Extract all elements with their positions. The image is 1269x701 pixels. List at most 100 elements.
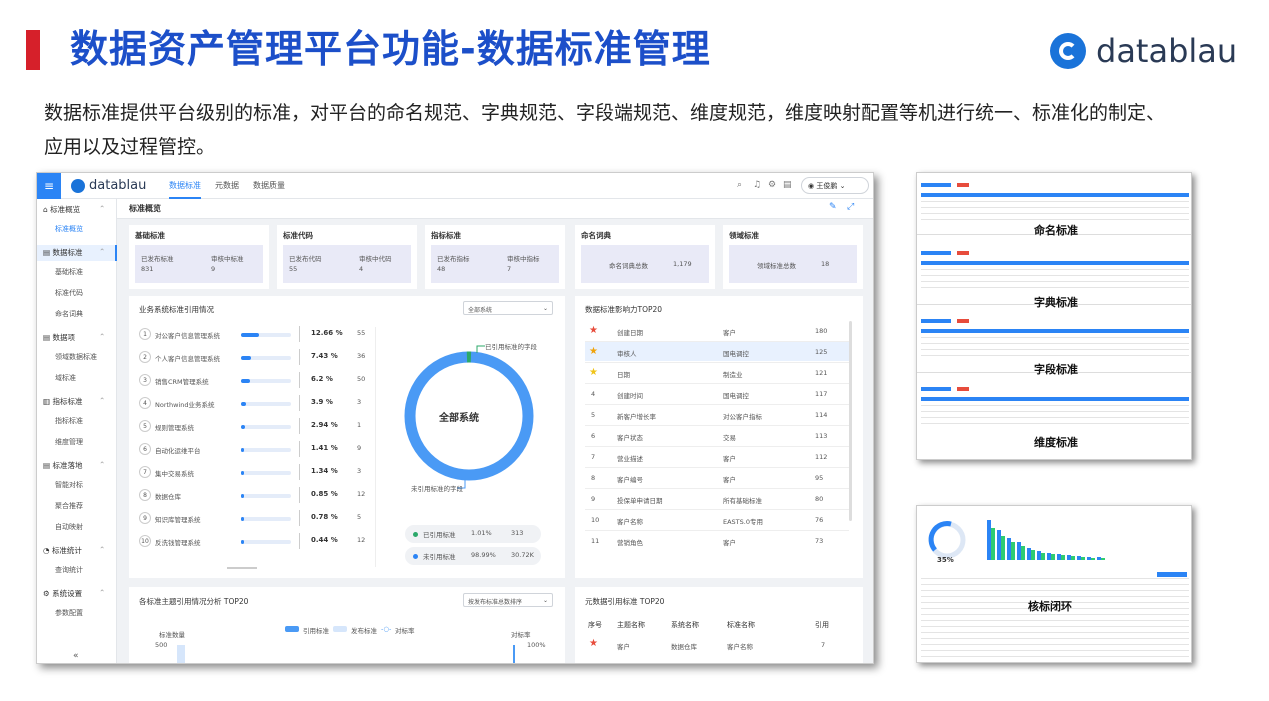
impact-count: 73 xyxy=(815,537,824,545)
bell-icon[interactable]: ♫ xyxy=(753,180,761,190)
sidebar-group[interactable]: ▤ 数据项 ⌃ xyxy=(43,332,105,343)
gauge-value: 35% xyxy=(937,556,954,564)
app-screenshot: ≡ datablau 数据标准 元数据 数据质量 ⌕ ♫ ⚙ ▤ ◉ 王俊鹏 ⌄… xyxy=(36,172,874,664)
thumb-label-dictionary: 字典标准 xyxy=(1034,296,1078,309)
app-logo-text: datablau xyxy=(89,178,147,193)
user-menu[interactable]: ◉ 王俊鹏 ⌄ xyxy=(801,177,869,194)
impact-count: 125 xyxy=(815,348,828,356)
impact-system: 客户 xyxy=(723,539,736,547)
usage-progress-bar xyxy=(241,379,291,383)
sort-select[interactable]: 按发布标准总数排序 ⌄ xyxy=(463,593,553,607)
sidebar-item[interactable]: 指标标准 xyxy=(55,416,83,426)
thumb-button xyxy=(921,183,951,187)
nav-tab-quality[interactable]: 数据质量 xyxy=(253,180,285,191)
donut-label-unused: 未引用标准的字段 xyxy=(411,485,463,493)
thumb-row xyxy=(921,349,1189,350)
thumb-row xyxy=(921,275,1189,276)
impact-count: 112 xyxy=(815,453,828,461)
chevron-down-icon: ⌄ xyxy=(542,305,548,312)
usage-progress-fill xyxy=(241,379,250,383)
sidebar-group[interactable]: ▤ 数据标准 ⌃ xyxy=(43,247,105,258)
system-name: 反洗钱管理系统 xyxy=(155,539,201,547)
sidebar-item[interactable]: 领域数据标准 xyxy=(55,352,97,362)
usage-separator xyxy=(299,418,300,434)
fullscreen-icon[interactable]: ⤢ xyxy=(847,202,854,212)
impact-name: 新客户增长率 xyxy=(617,413,656,421)
impact-scrollbar[interactable] xyxy=(849,321,852,521)
thumb-button xyxy=(957,183,969,187)
sidebar-item[interactable]: 查询统计 xyxy=(55,565,83,575)
sidebar-item[interactable]: 标准概览 xyxy=(55,224,83,234)
sidebar-item[interactable]: 命名词典 xyxy=(55,309,83,319)
brand-name: datablau xyxy=(1096,32,1238,70)
sidebar-group[interactable]: ▤ 标准落地 ⌃ xyxy=(43,460,105,471)
impact-title: 数据标准影响力TOP20 xyxy=(585,305,663,314)
sidebar-item[interactable]: 自动映射 xyxy=(55,522,83,532)
theme-title: 各标准主题引用情况分析 TOP20 xyxy=(139,597,249,606)
impact-name: 创建时间 xyxy=(617,392,643,400)
nav-tab-metadata[interactable]: 元数据 xyxy=(215,180,239,191)
row-number: 5 xyxy=(139,420,151,432)
row-number: 4 xyxy=(139,397,151,409)
stat-box xyxy=(431,245,559,283)
sidebar-label: 数据标准 xyxy=(52,248,83,257)
sidebar-label: 查询统计 xyxy=(55,566,83,574)
impact-rank: 8 xyxy=(591,474,596,482)
legend-count: 30.72K xyxy=(511,551,534,559)
impact-row-divider xyxy=(585,341,849,342)
impact-name: 营业描述 xyxy=(617,455,643,463)
row-number: 2 xyxy=(139,351,151,363)
stat-a-value: 1,179 xyxy=(673,260,692,268)
settings-icon[interactable]: ⚙ xyxy=(768,180,776,190)
sidebar-group[interactable]: ⚙ 系统设置 ⌃ xyxy=(43,588,105,599)
sidebar-label: 指标标准 xyxy=(52,397,83,406)
mini-bar xyxy=(1031,550,1035,560)
sidebar-group[interactable]: ◔ 标准统计 ⌃ xyxy=(43,545,105,556)
thumb-row xyxy=(921,355,1189,356)
row-number: 9 xyxy=(139,512,151,524)
rank-star-icon: ★ xyxy=(589,367,598,378)
impact-row-divider xyxy=(585,404,849,405)
app-logo-icon xyxy=(71,178,85,193)
usage-progress-bar xyxy=(241,333,291,337)
sidebar-group[interactable]: ▥ 指标标准 ⌃ xyxy=(43,396,105,407)
menu-icon[interactable]: ≡ xyxy=(37,173,61,199)
sidebar-item[interactable]: 智能对标 xyxy=(55,480,83,490)
search-icon[interactable]: ⌕ xyxy=(737,180,742,190)
impact-count: 121 xyxy=(815,369,828,377)
edit-icon[interactable]: ✎ xyxy=(829,202,837,212)
sidebar-item[interactable]: 标准代码 xyxy=(55,288,83,298)
impact-count: 180 xyxy=(815,327,828,335)
legend-published: 发布标准 xyxy=(351,627,377,635)
system-select[interactable]: 全部系统 ⌄ xyxy=(463,301,553,315)
sidebar-label: 指标标准 xyxy=(55,417,83,425)
usage-progress-fill xyxy=(241,333,259,337)
thumb-header xyxy=(921,261,1189,265)
legend-dot xyxy=(413,532,418,537)
sidebar-item[interactable]: 参数配置 xyxy=(55,608,83,618)
mini-bar xyxy=(1021,545,1025,560)
app-logo: datablau xyxy=(71,178,146,193)
sidebar-item[interactable]: 聚合推荐 xyxy=(55,501,83,511)
usage-count: 1 xyxy=(357,421,362,429)
nav-tab-standards[interactable]: 数据标准 xyxy=(169,180,201,199)
thumb-row xyxy=(921,219,1189,220)
legend-count: 313 xyxy=(511,529,524,537)
sidebar-label: 系统设置 xyxy=(52,589,83,598)
impact-count: 113 xyxy=(815,432,828,440)
usage-progress-bar xyxy=(241,540,291,544)
sidebar-item[interactable]: 域标准 xyxy=(55,373,76,383)
usage-percent: 0.44 % xyxy=(311,536,338,544)
sidebar-item[interactable]: 维度管理 xyxy=(55,437,83,447)
impact-rank: 11 xyxy=(591,537,600,545)
impact-rank: 6 xyxy=(591,432,596,440)
sidebar-item[interactable]: 基础标准 xyxy=(55,267,83,277)
doc-icon[interactable]: ▤ xyxy=(783,180,792,190)
collapse-sidebar-button[interactable]: « xyxy=(73,651,79,661)
sidebar-group[interactable]: ⌂ 标准概览 ⌃ xyxy=(43,204,105,215)
stat-card-title: 指标标准 xyxy=(431,231,461,240)
thumb-row xyxy=(921,644,1189,645)
impact-rank: 4 xyxy=(591,390,596,398)
usage-title: 业务系统标准引用情况 xyxy=(139,305,214,314)
scroll-indicator xyxy=(227,567,257,569)
